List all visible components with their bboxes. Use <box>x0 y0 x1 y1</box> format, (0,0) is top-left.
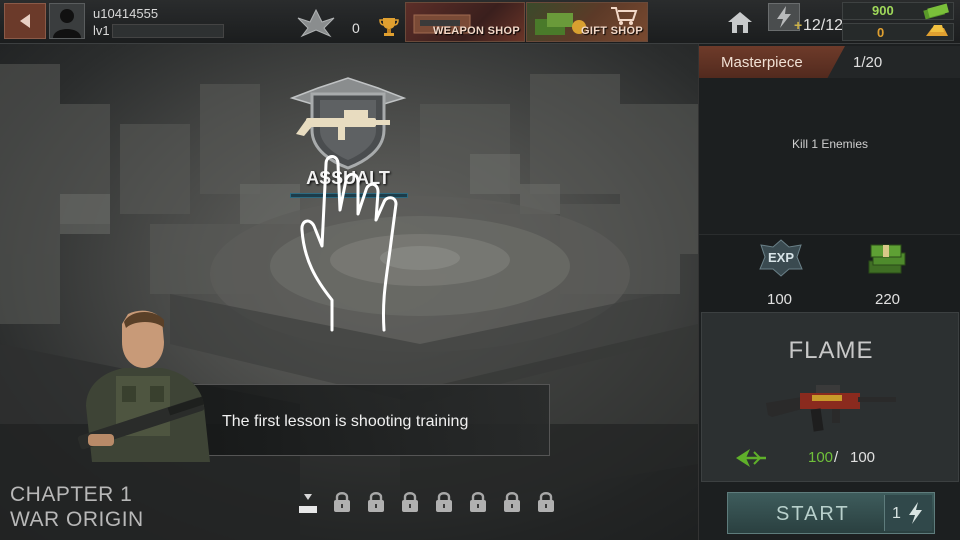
mission-progress: 1/20 <box>853 54 883 71</box>
stage-locked-7[interactable] <box>502 490 522 514</box>
stage-locked-3[interactable] <box>366 490 386 514</box>
back-button[interactable] <box>4 3 46 39</box>
reward-area: EXP 100 220 <box>699 234 960 312</box>
cash-amount: 900 <box>872 3 894 18</box>
mission-title: Masterpiece <box>721 54 803 71</box>
gift-shop-label: GIFT SHOP <box>581 25 643 37</box>
exp-reward: 100 <box>767 291 793 308</box>
back-arrow-icon <box>20 14 30 28</box>
chapter-number: CHAPTER 1 <box>10 483 133 506</box>
ammo-separator: / <box>834 449 839 466</box>
trophy-icon <box>379 18 399 36</box>
current-stage-icon <box>299 494 317 513</box>
lock-icon <box>504 492 520 512</box>
add-energy-button[interactable]: + <box>794 17 802 33</box>
lock-icon <box>470 492 486 512</box>
stage-locked-4[interactable] <box>400 490 420 514</box>
avatar[interactable] <box>49 3 85 39</box>
cash-icon[interactable] <box>922 2 950 20</box>
mission-header: Masterpiece 1/20 <box>699 46 960 78</box>
stage-locked-5[interactable] <box>434 490 454 514</box>
ammo-current: 100 <box>808 449 834 466</box>
user-silhouette-icon <box>53 9 81 38</box>
weapon-shop-label: WEAPON SHOP <box>432 25 520 37</box>
weapon-name: FLAME <box>788 337 874 364</box>
xp-bar <box>112 24 224 38</box>
lock-icon <box>538 492 554 512</box>
weapon-card[interactable]: FLAME 100 / 100 <box>701 312 959 482</box>
gold-icon[interactable] <box>924 22 950 40</box>
stage-selector <box>298 490 556 514</box>
ammo-arrow-icon <box>736 449 766 467</box>
rank-wings-icon <box>297 8 335 38</box>
stage-locked-8[interactable] <box>536 490 556 514</box>
lock-icon <box>334 492 350 512</box>
lock-icon <box>402 492 418 512</box>
lock-icon <box>368 492 384 512</box>
weapon-shop-button[interactable]: WEAPON SHOP <box>405 2 525 42</box>
player-level: lv1 <box>93 23 110 38</box>
lock-icon <box>436 492 452 512</box>
username: u10414555 <box>93 6 159 21</box>
soldier-portrait <box>77 310 210 462</box>
trophy-count: 0 <box>352 20 360 36</box>
home-icon[interactable] <box>726 9 754 35</box>
tap-hand-icon <box>300 155 398 332</box>
top-bar: u10414555 lv1 0 WEAPON SHOP GIFT SHOP + … <box>0 0 960 44</box>
chapter-title: CHAPTER 1 WAR ORIGIN <box>10 482 144 532</box>
energy-count: 12/12 <box>803 17 844 34</box>
stage-locked-6[interactable] <box>468 490 488 514</box>
mission-panel: Masterpiece 1/20 Kill 1 Enemies EXP 100 … <box>698 44 960 540</box>
tutorial-dialog-text: The first lesson is shooting training <box>222 413 469 430</box>
chapter-name: WAR ORIGIN <box>10 508 144 531</box>
money-reward: 220 <box>875 291 901 308</box>
start-button[interactable]: START 1 <box>727 492 935 534</box>
stage-current-marker[interactable] <box>298 490 318 514</box>
gold-amount: 0 <box>877 25 885 40</box>
ammo-max: 100 <box>850 449 876 466</box>
gift-shop-button[interactable]: GIFT SHOP <box>526 2 648 42</box>
start-energy-cost: 1 <box>892 505 901 522</box>
exp-icon: EXP <box>759 239 803 277</box>
money-reward-icon <box>868 244 906 274</box>
mission-objective: Kill 1 Enemies <box>791 137 869 151</box>
lightning-icon <box>909 502 922 524</box>
exp-icon-label: EXP <box>768 250 794 265</box>
cart-icon <box>611 7 638 25</box>
stage-locked-2[interactable] <box>332 490 352 514</box>
rifle-icon <box>766 385 896 432</box>
start-label: START <box>776 503 850 525</box>
